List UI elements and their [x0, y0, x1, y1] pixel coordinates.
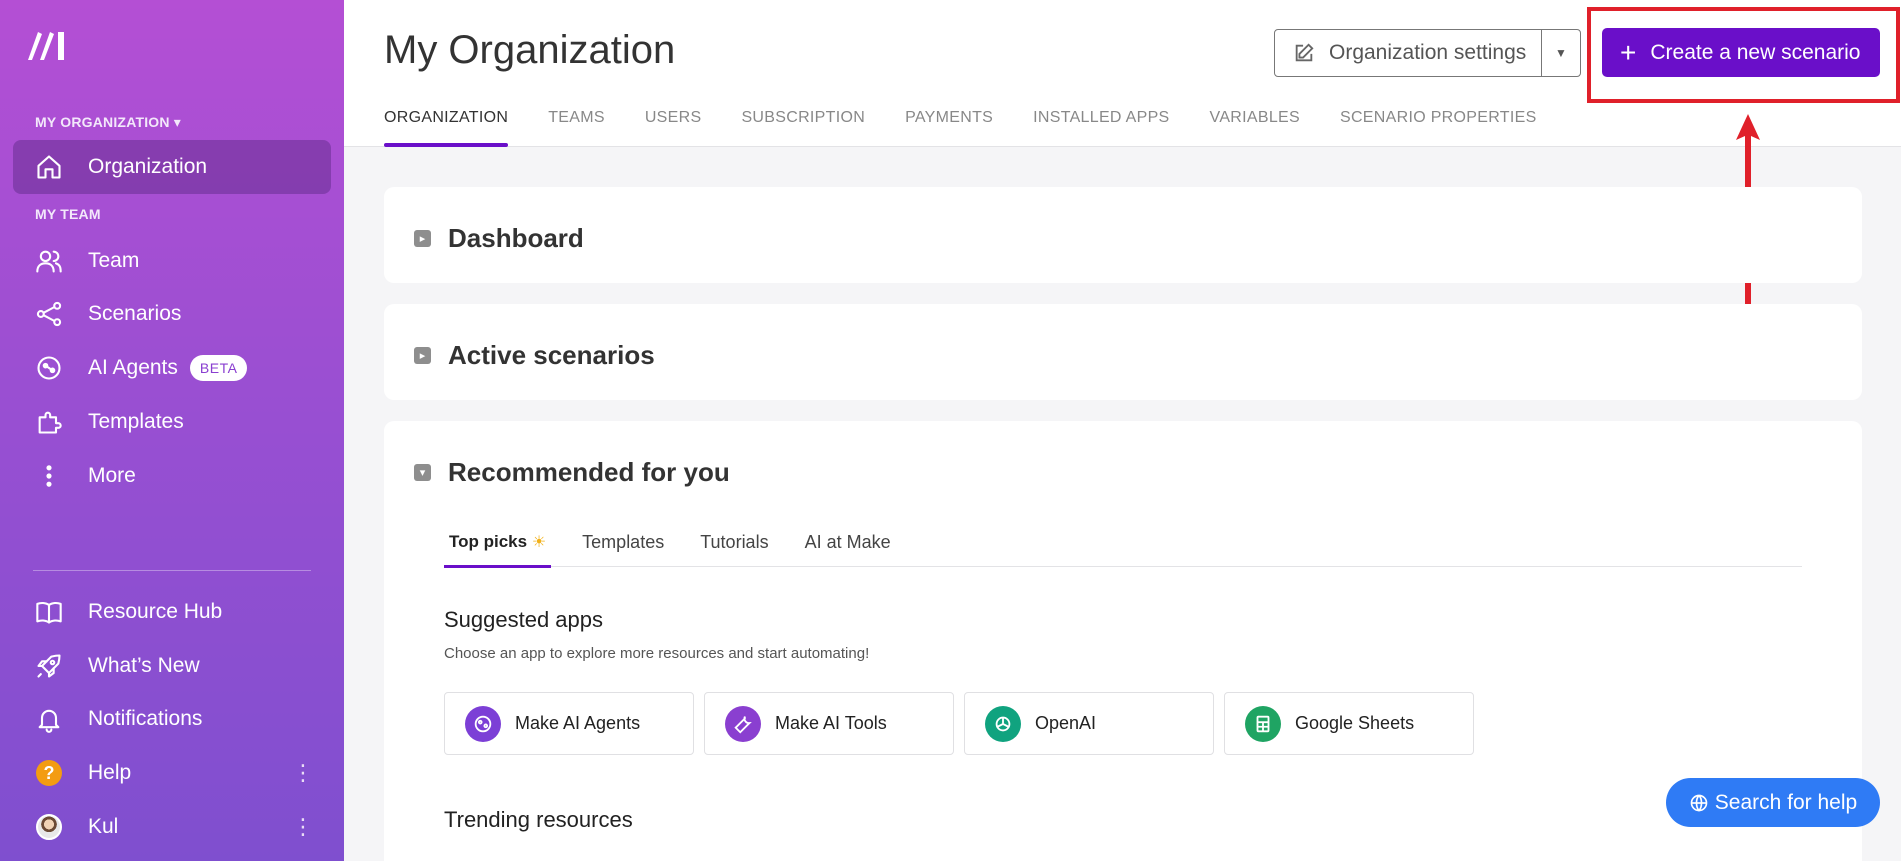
sidebar: MY ORGANIZATION ▾ Organization MY TEAM T…: [0, 0, 344, 861]
sun-icon: ☀: [531, 534, 547, 551]
openai-icon: [985, 705, 1021, 742]
app-label: OpenAI: [1035, 713, 1097, 733]
book-icon: [34, 597, 64, 627]
app-label: Make AI Agents: [515, 713, 641, 733]
active-scenarios-header[interactable]: ▸ Active scenarios: [414, 340, 655, 371]
home-icon: [34, 152, 64, 182]
tab-scenario-properties[interactable]: SCENARIO PROPERTIES: [1340, 109, 1537, 147]
organization-settings-label: Organization settings: [1329, 41, 1527, 64]
beta-badge: BETA: [189, 355, 248, 381]
recommended-header[interactable]: ▾ Recommended for you: [414, 457, 730, 488]
bell-icon: [34, 704, 64, 734]
recommended-tabs: Top picks ☀ Templates Tutorials AI at Ma…: [444, 529, 1802, 568]
page-title: My Organization: [384, 28, 676, 72]
sidebar-item-label: Organization: [88, 155, 208, 178]
sidebar-item-team[interactable]: Team: [13, 234, 331, 288]
sidebar-item-label: AI Agents: [88, 356, 178, 379]
caret-down-icon: ▼: [1555, 46, 1567, 60]
my-organization-label: MY ORGANIZATION: [35, 114, 170, 130]
tab-tutorials[interactable]: Tutorials: [695, 529, 773, 567]
users-icon: [34, 246, 64, 276]
rocket-icon: [34, 651, 64, 681]
tab-variables[interactable]: VARIABLES: [1210, 109, 1300, 147]
sidebar-item-user[interactable]: Kul: [13, 800, 331, 854]
sidebar-item-ai-agents[interactable]: AI Agents BETA: [13, 341, 331, 395]
recommended-title: Recommended for you: [448, 457, 730, 487]
tab-teams[interactable]: TEAMS: [548, 109, 605, 147]
organization-settings-dropdown[interactable]: ▼: [1541, 29, 1581, 77]
dashboard-header[interactable]: ▸ Dashboard: [414, 223, 584, 254]
wrench-icon: [725, 705, 761, 742]
sidebar-item-resource-hub[interactable]: Resource Hub: [13, 585, 331, 639]
app-label: Google Sheets: [1295, 713, 1415, 733]
tab-ai-at-make[interactable]: AI at Make: [800, 529, 896, 567]
tab-templates[interactable]: Templates: [577, 529, 669, 567]
tab-subscription[interactable]: SUBSCRIPTION: [741, 109, 865, 147]
search-for-help-button[interactable]: Search for help: [1666, 778, 1880, 827]
user-name: Kul: [88, 815, 119, 838]
sidebar-item-label: Notifications: [88, 707, 203, 730]
tab-installed-apps[interactable]: INSTALLED APPS: [1033, 109, 1169, 147]
tab-payments[interactable]: PAYMENTS: [905, 109, 993, 147]
tab-label: Top picks: [449, 532, 528, 551]
sidebar-item-help[interactable]: ? Help: [13, 746, 331, 800]
sidebar-item-whats-new[interactable]: What’s New: [13, 639, 331, 693]
organization-settings-button[interactable]: Organization settings: [1274, 29, 1542, 77]
puzzle-icon: [34, 407, 64, 437]
trending-resources-title: Trending resources: [444, 807, 633, 832]
tab-organization[interactable]: ORGANIZATION: [384, 109, 509, 147]
sidebar-item-organization[interactable]: Organization: [13, 140, 331, 194]
active-scenarios-title: Active scenarios: [448, 340, 655, 370]
expand-icon: ▸: [414, 347, 431, 364]
share-nodes-icon: [34, 299, 64, 329]
spreadsheet-icon: [1245, 705, 1281, 742]
collapse-icon: ▾: [414, 464, 431, 481]
expand-icon: ▸: [414, 230, 431, 247]
dashboard-card: ▸ Dashboard: [384, 187, 1862, 283]
sidebar-item-label: More: [88, 464, 136, 487]
app-label: Make AI Tools: [775, 713, 887, 733]
my-organization-menu[interactable]: MY ORGANIZATION ▾: [35, 114, 181, 131]
active-scenarios-card: ▸ Active scenarios: [384, 304, 1862, 400]
my-team-label: MY TEAM: [35, 206, 101, 222]
create-new-scenario-label: Create a new scenario: [1650, 40, 1861, 64]
plus-icon: +: [1620, 36, 1637, 68]
ai-agent-icon: [465, 705, 501, 742]
globe-icon: [1690, 794, 1708, 812]
page-header: My Organization Organization settings ▼ …: [344, 0, 1901, 147]
tab-top-picks[interactable]: Top picks ☀: [444, 529, 552, 568]
create-new-scenario-button[interactable]: + Create a new scenario: [1602, 28, 1880, 77]
sidebar-item-more[interactable]: More: [13, 449, 331, 503]
sidebar-item-label: Resource Hub: [88, 600, 223, 623]
help-more-icon[interactable]: ⋮: [292, 762, 314, 784]
app-card-make-ai-agents[interactable]: Make AI Agents: [444, 692, 694, 755]
dashboard-title: Dashboard: [448, 223, 584, 253]
sidebar-divider: [33, 570, 311, 571]
app-card-make-ai-tools[interactable]: Make AI Tools: [704, 692, 954, 755]
edit-icon: [1295, 43, 1314, 62]
suggested-apps-title: Suggested apps: [444, 607, 604, 632]
sidebar-item-label: Scenarios: [88, 302, 182, 325]
sidebar-item-scenarios[interactable]: Scenarios: [13, 287, 331, 341]
recommended-card: ▾ Recommended for you Top picks ☀ Templa…: [384, 421, 1862, 861]
sidebar-item-label: Templates: [88, 410, 184, 433]
sidebar-item-templates[interactable]: Templates: [13, 395, 331, 449]
app-card-google-sheets[interactable]: Google Sheets: [1224, 692, 1474, 755]
sidebar-item-notifications[interactable]: Notifications: [13, 692, 331, 746]
help-icon: ?: [34, 758, 64, 788]
suggested-apps-list: Make AI Agents Make AI Tools OpenAI Goog…: [444, 692, 1484, 755]
app-card-openai[interactable]: OpenAI: [964, 692, 1214, 755]
user-more-icon[interactable]: ⋮: [292, 816, 314, 838]
tab-users[interactable]: USERS: [645, 109, 702, 147]
search-for-help-label: Search for help: [1714, 790, 1858, 814]
organization-tabs: ORGANIZATION TEAMS USERS SUBSCRIPTION PA…: [384, 109, 1577, 147]
sidebar-item-label: What’s New: [88, 654, 200, 677]
more-vertical-icon: [34, 461, 64, 491]
avatar: [34, 812, 64, 842]
sidebar-item-label: Team: [88, 249, 140, 272]
ai-agent-icon: [34, 353, 64, 383]
suggested-apps-description: Choose an app to explore more resources …: [444, 645, 870, 662]
make-logo-icon[interactable]: [26, 28, 72, 62]
sidebar-item-label: Help: [88, 761, 132, 784]
